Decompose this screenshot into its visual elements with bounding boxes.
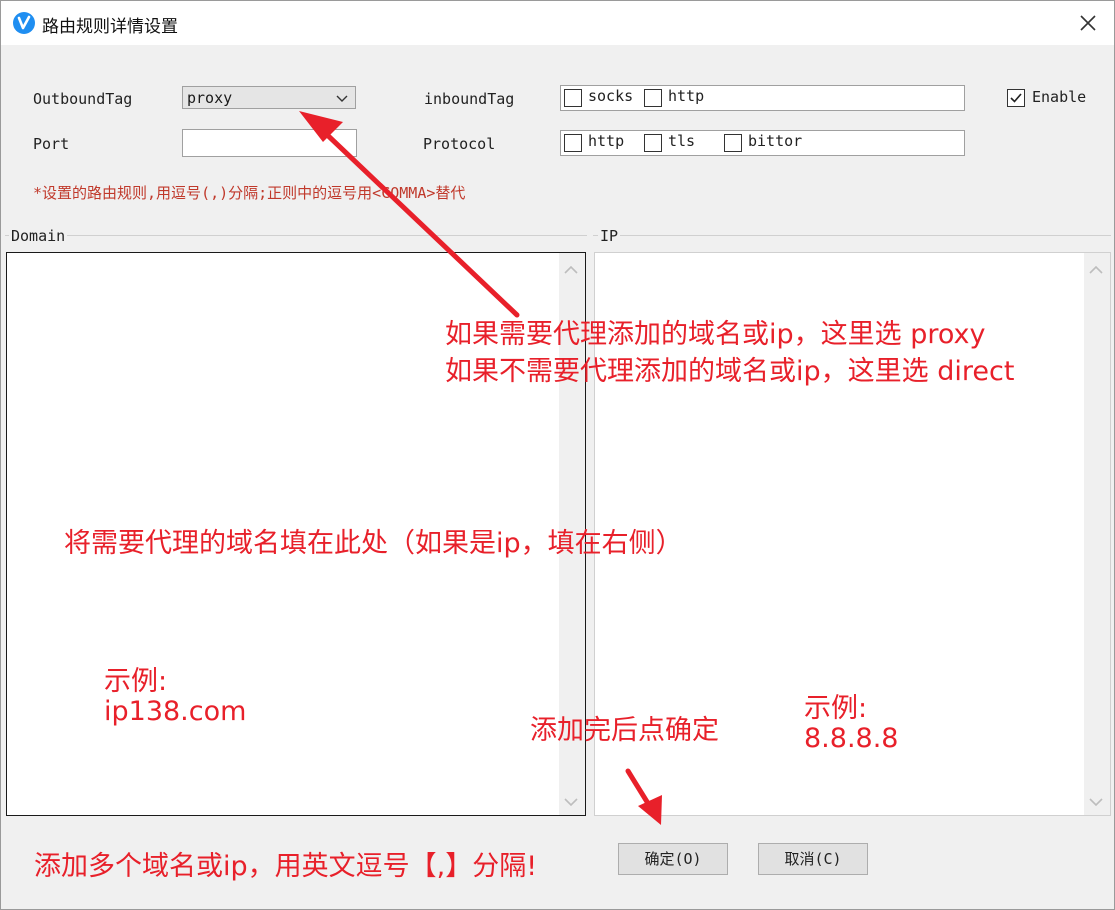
arrow-to-outbound-icon bbox=[299, 111, 520, 318]
route-rule-dialog: 路由规则详情设置 OutboundTag proxy inboundTag so… bbox=[0, 0, 1115, 910]
arrow-to-ok-icon bbox=[625, 768, 662, 825]
annotation-arrows bbox=[299, 111, 662, 825]
